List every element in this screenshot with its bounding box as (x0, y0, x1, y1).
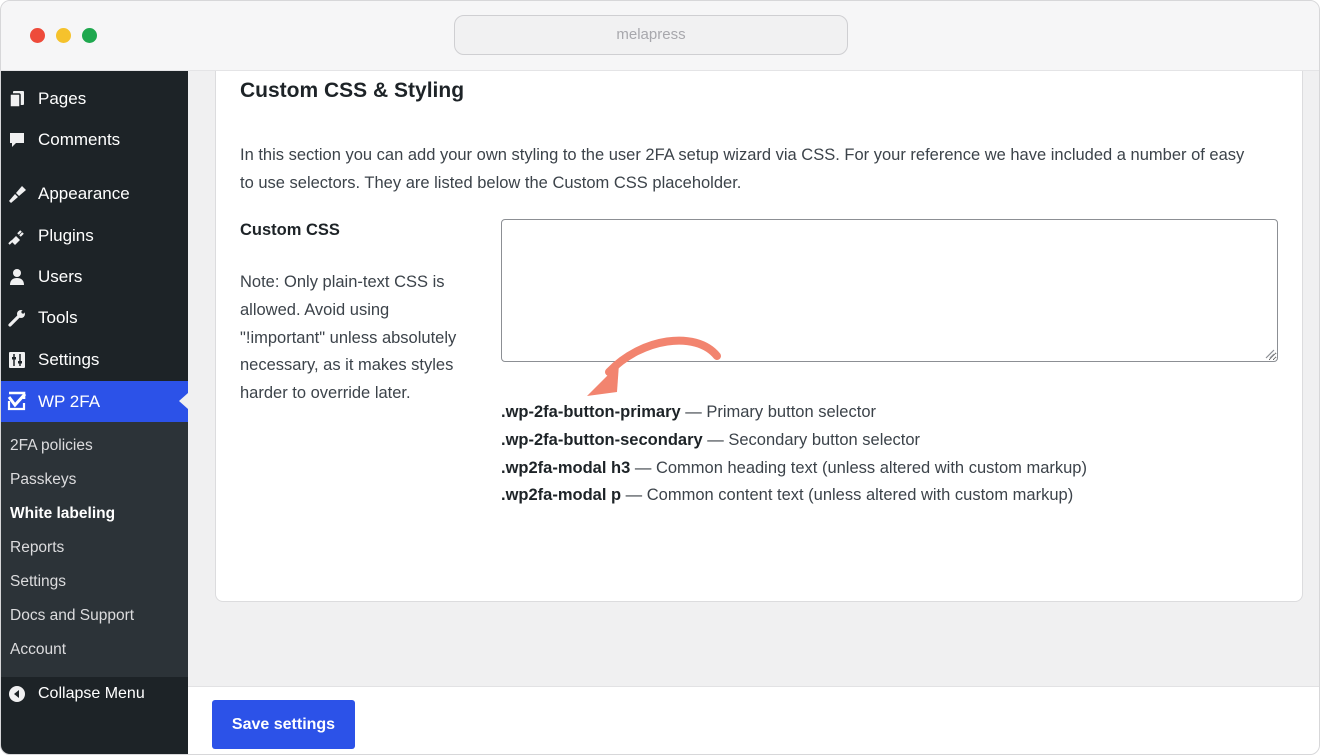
sidebar-item-users[interactable]: Users (1, 257, 188, 297)
settings-icon (7, 350, 27, 370)
admin-sidebar: Pages Comments Appearance Plugins Users (1, 71, 188, 754)
settings-footer (188, 686, 1319, 754)
selector-description: — Common content text (unless altered wi… (621, 486, 1074, 505)
sidebar-item-plugins[interactable]: Plugins (1, 216, 188, 256)
appearance-icon (7, 184, 27, 204)
sidebar-item-pages[interactable]: Pages (1, 79, 188, 119)
selector-item: .wp2fa-modal p — Common content text (un… (501, 486, 1087, 514)
sidebar-item-comments[interactable]: Comments (1, 120, 188, 160)
selector-description: — Common heading text (unless altered wi… (630, 458, 1087, 477)
users-icon (7, 267, 27, 287)
tools-icon (7, 308, 27, 328)
selector-name: .wp2fa-modal p (501, 486, 622, 505)
selector-description: — Primary button selector (680, 403, 876, 421)
minimize-window-button[interactable] (56, 28, 71, 43)
submenu-item-reports[interactable]: Reports (10, 539, 64, 557)
selector-name: .wp2fa-modal h3 (501, 458, 631, 477)
submenu-item-account[interactable]: Account (10, 641, 66, 659)
selector-description: — Secondary button selector (702, 430, 921, 449)
save-settings-button[interactable]: Save settings (212, 700, 355, 749)
selector-name: .wp-2fa-button-secondary (501, 430, 703, 449)
wp-2fa-submenu: 2FA policies Passkeys White labeling Rep… (1, 422, 188, 677)
submenu-item-settings[interactable]: Settings (10, 573, 66, 591)
selector-name: .wp-2fa-button-primary (501, 403, 681, 421)
section-description: In this section you can add your own sty… (240, 146, 1245, 192)
collapse-menu-button[interactable]: Collapse Menu (1, 674, 188, 714)
address-bar[interactable]: melapress (454, 15, 848, 55)
selector-item: .wp-2fa-button-primary — Primary button … (501, 403, 1087, 431)
sidebar-item-label: Settings (38, 350, 100, 369)
sidebar-item-label: WP 2FA (38, 391, 101, 411)
custom-css-label: Custom CSS (240, 221, 340, 239)
sidebar-item-label: Appearance (38, 184, 130, 203)
selector-reference-list: .wp-2fa-button-primary — Primary button … (501, 403, 1087, 514)
sidebar-item-label: Users (38, 267, 83, 286)
sidebar-item-wp-2fa[interactable]: WP 2FA (1, 381, 188, 422)
sidebar-item-appearance[interactable]: Appearance (1, 174, 188, 214)
close-window-button[interactable] (30, 28, 45, 43)
submenu-item-white-labeling[interactable]: White labeling (10, 505, 115, 523)
plugins-icon (7, 226, 27, 246)
collapse-arrow-icon (7, 684, 27, 704)
annotation-arrow-icon (587, 336, 721, 396)
sidebar-item-settings[interactable]: Settings (1, 340, 188, 380)
sidebar-item-label: Pages (38, 89, 87, 108)
maximize-window-button[interactable] (82, 28, 97, 43)
resize-handle-icon[interactable] (1263, 347, 1275, 359)
browser-titlebar: melapress (1, 1, 1319, 71)
sidebar-item-label: Tools (38, 308, 78, 327)
pages-icon (7, 89, 27, 109)
selector-item: .wp-2fa-button-secondary — Secondary but… (501, 431, 1087, 459)
submenu-item-2fa-policies[interactable]: 2FA policies (10, 437, 93, 455)
selector-item: .wp2fa-modal h3 — Common heading text (u… (501, 459, 1087, 487)
custom-css-note: Note: Only plain-text CSS is allowed. Av… (240, 273, 457, 403)
submenu-item-docs-and-support[interactable]: Docs and Support (10, 607, 134, 625)
submenu-item-passkeys[interactable]: Passkeys (10, 471, 76, 489)
comments-icon (7, 130, 27, 150)
sidebar-item-label: Plugins (38, 226, 94, 245)
wp2fa-icon (7, 391, 27, 411)
sidebar-item-tools[interactable]: Tools (1, 298, 188, 338)
browser-window: melapress Pages Comments Appearance Plug… (0, 0, 1320, 755)
section-title: Custom CSS & Styling (240, 79, 465, 102)
sidebar-item-label: Comments (38, 130, 121, 149)
collapse-menu-label: Collapse Menu (38, 685, 145, 702)
